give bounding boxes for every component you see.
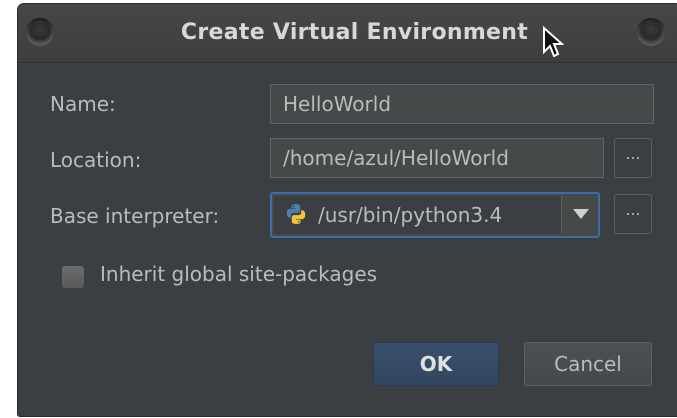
title-bar[interactable]: Create Virtual Environment — [18, 4, 677, 63]
python-icon — [286, 204, 306, 224]
inherit-site-packages-checkbox[interactable] — [62, 266, 84, 288]
location-input[interactable]: /home/azul/HelloWorld — [270, 138, 604, 178]
mouse-cursor-icon — [543, 26, 564, 58]
name-input[interactable]: HelloWorld — [270, 84, 654, 124]
interpreter-browse-button[interactable]: ... — [614, 194, 652, 234]
interpreter-combobox[interactable]: /usr/bin/python3.4 — [270, 192, 600, 238]
interpreter-value: /usr/bin/python3.4 — [318, 203, 503, 227]
create-venv-dialog: Create Virtual Environment Name: HelloWo… — [18, 4, 677, 416]
location-label: Location: — [50, 148, 142, 172]
window-close-button[interactable] — [637, 18, 665, 46]
cancel-button[interactable]: Cancel — [524, 342, 652, 386]
name-label: Name: — [50, 92, 116, 116]
inherit-site-packages-label[interactable]: Inherit global site-packages — [100, 262, 377, 286]
interpreter-combobox-field: /usr/bin/python3.4 — [274, 196, 562, 234]
interpreter-label: Base interpreter: — [50, 204, 220, 228]
dialog-title: Create Virtual Environment — [180, 20, 529, 45]
ok-button[interactable]: OK — [373, 342, 499, 386]
chevron-down-icon[interactable] — [573, 209, 589, 219]
location-browse-button[interactable]: ... — [614, 138, 652, 178]
